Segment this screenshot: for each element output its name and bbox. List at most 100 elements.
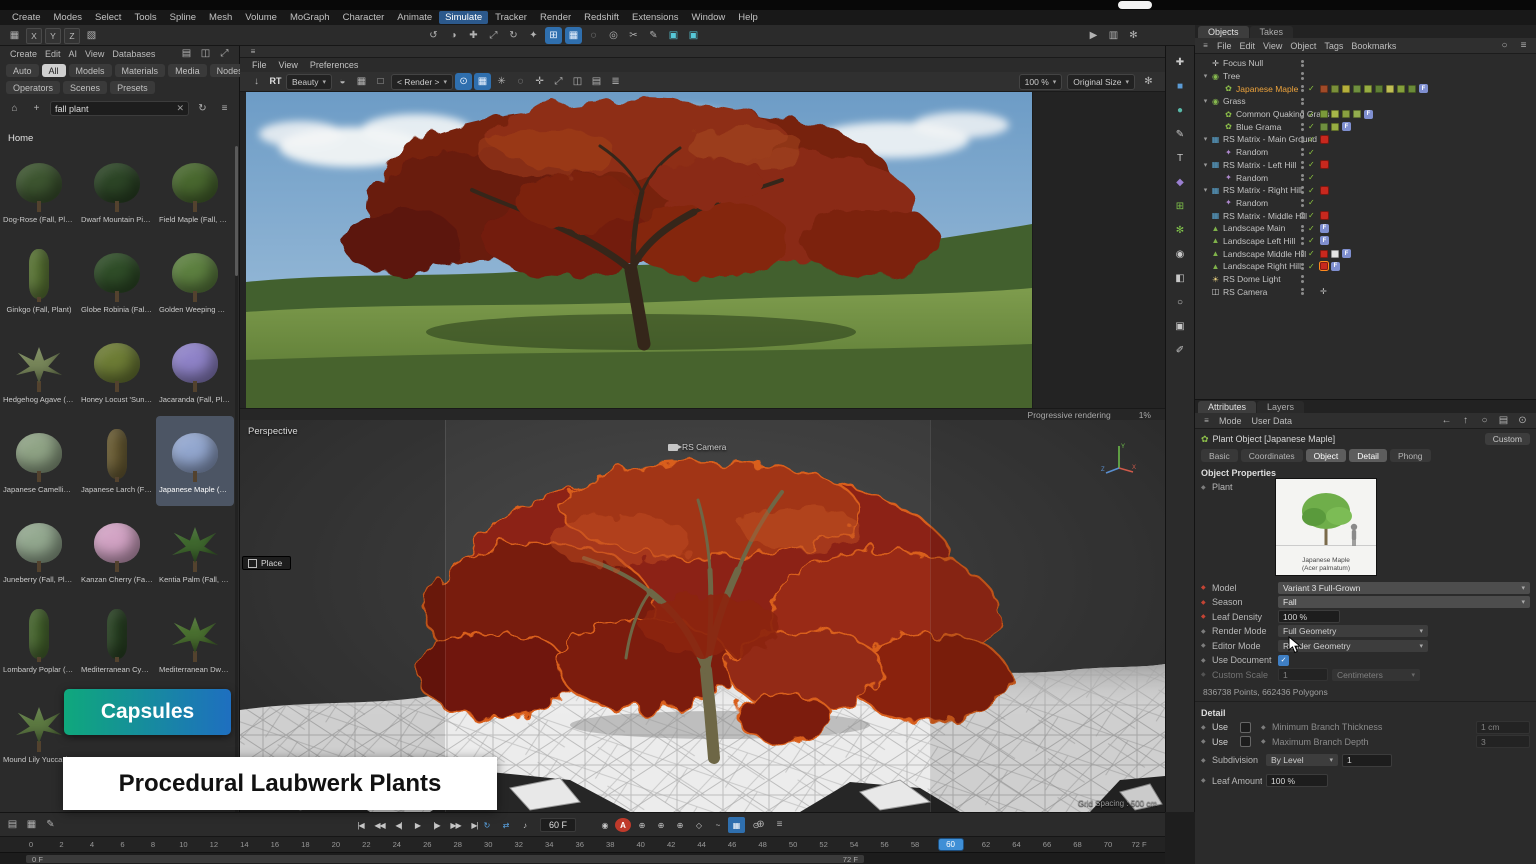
render-visibility-dot[interactable]: [1301, 153, 1304, 156]
editor-visibility-dot[interactable]: [1301, 123, 1304, 126]
filter-media[interactable]: Media: [168, 64, 207, 77]
layout-a-icon[interactable]: ▤: [4, 817, 21, 834]
snapshot-list-icon[interactable]: ▤: [588, 73, 605, 90]
menu-select[interactable]: Select: [89, 11, 127, 24]
3d-viewport[interactable]: Perspective RS Camera Place Grid Spacing…: [240, 420, 1165, 812]
axis-mode-icon[interactable]: ◎: [605, 27, 622, 44]
texture-swatch[interactable]: [1320, 110, 1328, 118]
visibility-toggles[interactable]: [1301, 98, 1304, 106]
visibility-toggles[interactable]: [1301, 212, 1304, 220]
next-frame-button[interactable]: |▶: [428, 817, 445, 833]
color-display-icon[interactable]: ◒: [334, 73, 351, 90]
render-visibility-dot[interactable]: [1301, 115, 1304, 118]
texture-swatch[interactable]: [1331, 123, 1339, 131]
enable-check-icon[interactable]: ✓: [1308, 262, 1317, 271]
texture-swatch[interactable]: [1320, 262, 1328, 270]
move-tool-icon[interactable]: ✚: [465, 27, 482, 44]
object-row-rs-matrix-right-hill[interactable]: ▾▦RS Matrix - Right Hill✓: [1195, 184, 1536, 197]
workplane-toggle-icon[interactable]: ▧: [83, 27, 100, 44]
key-diamond-icon[interactable]: ◆: [1201, 599, 1208, 606]
current-frame-field[interactable]: 60 F: [540, 818, 576, 832]
render-settings-gear-icon[interactable]: ✻: [1140, 73, 1157, 90]
enable-check-icon[interactable]: ✓: [1308, 122, 1317, 131]
split-icon[interactable]: ◫: [197, 45, 214, 62]
object-row-japanese-maple[interactable]: ✿Japanese Maple✓F: [1195, 82, 1536, 95]
user-data-menu[interactable]: User Data: [1248, 416, 1297, 426]
render-visibility-dot[interactable]: [1301, 242, 1304, 245]
visibility-toggles[interactable]: [1301, 186, 1304, 194]
season-select[interactable]: Fall ▾: [1278, 596, 1530, 608]
region-render-icon[interactable]: ◌: [512, 73, 529, 90]
asset-item-hedgehog-agave-fall[interactable]: Hedgehog Agave (Fall...: [0, 326, 78, 416]
shading-icon[interactable]: ◑: [445, 27, 462, 44]
visibility-toggles[interactable]: [1301, 250, 1304, 258]
phong-tag-badge[interactable]: F: [1320, 224, 1329, 233]
timeline-menu-button[interactable]: ≡: [771, 817, 788, 834]
timeline-scrubber[interactable]: 60: [939, 839, 963, 850]
editor-visibility-dot[interactable]: [1301, 275, 1304, 278]
expand-arrow-icon[interactable]: ▾: [1201, 97, 1210, 105]
filter-auto[interactable]: Auto: [6, 64, 39, 77]
object-row-random[interactable]: ✦Random✓: [1195, 197, 1536, 210]
section-tab-phong[interactable]: Phong: [1390, 449, 1431, 462]
menu-file[interactable]: File: [1213, 41, 1236, 51]
material-chip[interactable]: [1320, 160, 1329, 169]
visibility-toggles[interactable]: [1301, 225, 1304, 233]
texture-swatch[interactable]: [1331, 110, 1339, 118]
preview-range-slider[interactable]: 0 F 72 F: [26, 855, 864, 863]
texture-swatch[interactable]: [1342, 110, 1350, 118]
asset-item-mediterranean-cypres[interactable]: Mediterranean Cypres...: [78, 596, 156, 686]
crop-region-icon[interactable]: □: [372, 73, 389, 90]
plant-preview-thumbnail[interactable]: Japanese Maple (Acer palmatum): [1275, 478, 1377, 576]
menu-mesh[interactable]: Mesh: [203, 11, 238, 24]
frame-ruler[interactable]: 0246810121416182022242628303234363840424…: [0, 836, 1165, 852]
menu-ai[interactable]: AI: [65, 49, 82, 59]
search-icon[interactable]: ○: [1496, 37, 1513, 54]
background-checker-icon[interactable]: ▦: [353, 73, 370, 90]
key-diamond-icon[interactable]: ◆: [1201, 484, 1208, 491]
texture-swatch[interactable]: [1320, 123, 1328, 131]
object-row-rs-camera[interactable]: ◫RS Camera✛: [1195, 285, 1536, 298]
enable-check-icon[interactable]: ✓: [1308, 224, 1317, 233]
render-visibility-dot[interactable]: [1301, 64, 1304, 67]
asset-item-lombardy-poplar-fall[interactable]: Lombardy Poplar (Fall...: [0, 596, 78, 686]
menu-window[interactable]: Window: [686, 11, 732, 24]
sphere-icon[interactable]: ○: [1172, 294, 1189, 311]
object-row-common-quaking-grass[interactable]: ✿Common Quaking Grass✓F: [1195, 108, 1536, 121]
search-input[interactable]: fall plant ✕: [50, 101, 189, 116]
texture-swatch[interactable]: [1320, 85, 1328, 93]
filter-materials[interactable]: Materials: [115, 64, 166, 77]
pan-view-icon[interactable]: ✚: [1172, 54, 1189, 71]
object-row-rs-matrix-left-hill[interactable]: ▾▦RS Matrix - Left Hill✓: [1195, 159, 1536, 172]
render-visibility-dot[interactable]: [1301, 204, 1304, 207]
material-chip[interactable]: [1320, 211, 1329, 220]
quantize-toggle-icon[interactable]: ▦: [565, 27, 582, 44]
render-visibility-dot[interactable]: [1301, 254, 1304, 257]
layout-c-icon[interactable]: ✎: [42, 817, 59, 834]
filter-models[interactable]: Models: [69, 64, 112, 77]
menu-mograph[interactable]: MoGraph: [284, 11, 336, 24]
enable-check-icon[interactable]: ✓: [1308, 198, 1317, 207]
render-visibility-dot[interactable]: [1301, 166, 1304, 169]
visibility-toggles[interactable]: [1301, 199, 1304, 207]
layout-b-icon[interactable]: ▦: [23, 817, 40, 834]
visibility-toggles[interactable]: [1301, 72, 1304, 80]
home-icon[interactable]: ⌂: [6, 100, 23, 117]
phong-tag-badge[interactable]: F: [1331, 262, 1340, 271]
mode-menu[interactable]: Mode: [1215, 416, 1246, 426]
texture-swatch[interactable]: [1331, 85, 1339, 93]
asset-item-japanese-larch-fall-pl[interactable]: Japanese Larch (Fall, Pl...: [78, 416, 156, 506]
material-chip[interactable]: [1320, 186, 1329, 195]
object-row-random[interactable]: ✦Random✓: [1195, 171, 1536, 184]
object-row-random[interactable]: ✦Random✓: [1195, 146, 1536, 159]
browser-options-icon[interactable]: ≡: [216, 100, 233, 117]
back-icon[interactable]: ←: [1438, 412, 1455, 429]
visibility-toggles[interactable]: [1301, 110, 1304, 118]
menu-bookmarks[interactable]: Bookmarks: [1347, 41, 1400, 51]
editor-visibility-dot[interactable]: [1301, 225, 1304, 228]
tab-layers[interactable]: Layers: [1257, 401, 1304, 413]
camera-focus-icon[interactable]: ✛: [1320, 287, 1327, 296]
object-row-landscape-left-hill[interactable]: ▲Landscape Left Hill✓F: [1195, 235, 1536, 248]
visibility-toggles[interactable]: [1301, 136, 1304, 144]
expand-arrow-icon[interactable]: ▾: [1201, 135, 1210, 143]
